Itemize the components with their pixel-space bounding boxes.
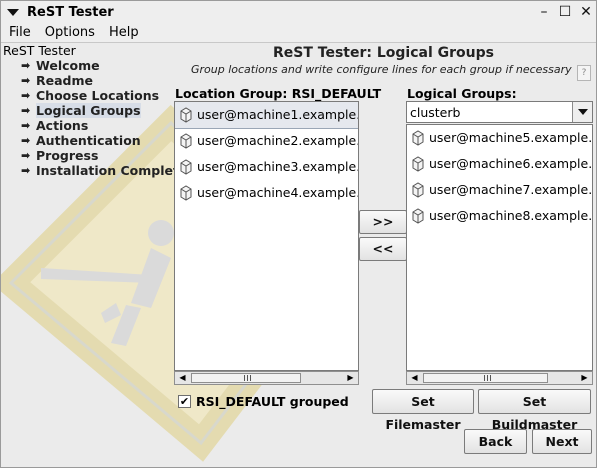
window-menu-icon[interactable] xyxy=(7,8,19,16)
step-navigation: ReST Tester ➡ Welcome ➡ Readme ➡ Choose Loc… xyxy=(3,43,187,178)
logical-groups-label: Logical Groups: xyxy=(407,86,517,101)
check-mark-icon[interactable]: ✔ xyxy=(178,395,191,408)
machine-icon xyxy=(180,133,192,149)
machine-icon xyxy=(180,185,192,201)
menu-options[interactable]: Options xyxy=(45,25,95,40)
window-title: ReST Tester xyxy=(27,4,114,20)
move-right-button[interactable]: >> xyxy=(359,210,407,234)
scroll-left-icon[interactable]: ◀ xyxy=(408,372,421,384)
arrow-icon: ➡ xyxy=(21,164,31,177)
main-content: ReST Tester ➡ Welcome ➡ Readme ➡ Choose Loc… xyxy=(1,43,596,467)
nav-item-readme[interactable]: ➡ Readme xyxy=(3,73,187,88)
left-list-hscrollbar[interactable]: ◀ ▶ xyxy=(174,371,359,385)
next-button[interactable]: Next xyxy=(532,429,592,454)
minimize-icon[interactable]: – xyxy=(535,3,553,21)
logical-group-select[interactable]: clusterb xyxy=(406,101,593,123)
scroll-right-icon[interactable]: ▶ xyxy=(344,372,357,384)
arrow-icon: ➡ xyxy=(21,149,31,162)
move-left-button[interactable]: << xyxy=(359,237,407,261)
nav-item-welcome[interactable]: ➡ Welcome xyxy=(3,58,187,73)
scroll-right-icon[interactable]: ▶ xyxy=(578,372,591,384)
list-item[interactable]: user@machine5.example.c xyxy=(407,125,592,151)
machine-icon xyxy=(180,159,192,175)
arrow-icon: ➡ xyxy=(21,134,31,147)
list-item[interactable]: user@machine7.example.c xyxy=(407,177,592,203)
arrow-icon: ➡ xyxy=(21,119,31,132)
list-item[interactable]: user@machine8.example.c xyxy=(407,203,592,229)
arrow-icon: ➡ xyxy=(21,104,31,117)
grouped-checkbox-label: RSI_DEFAULT grouped xyxy=(196,394,349,409)
scroll-left-icon[interactable]: ◀ xyxy=(176,372,189,384)
maximize-icon[interactable]: ☐ xyxy=(556,3,574,21)
arrow-icon: ➡ xyxy=(21,74,31,87)
back-button[interactable]: Back xyxy=(464,429,527,454)
page-subtitle: Group locations and write configure line… xyxy=(191,63,572,76)
set-buildmaster-button[interactable]: Set Buildmaster xyxy=(478,389,591,432)
machine-icon xyxy=(412,130,424,146)
nav-item-progress[interactable]: ➡ Progress xyxy=(3,148,187,163)
nav-item-logical-groups[interactable]: ➡ Logical Groups xyxy=(3,103,187,118)
list-item[interactable]: user@machine4.example.c xyxy=(175,180,358,206)
right-list-hscrollbar[interactable]: ◀ ▶ xyxy=(406,371,593,385)
machine-icon xyxy=(412,156,424,172)
grouped-checkbox[interactable]: ✔ RSI_DEFAULT grouped xyxy=(178,394,349,409)
list-item[interactable]: user@machine6.example.c xyxy=(407,151,592,177)
set-filemaster-button[interactable]: Set Filemaster xyxy=(372,389,474,432)
nav-item-choose-locations[interactable]: ➡ Choose Locations xyxy=(3,88,187,103)
arrow-icon: ➡ xyxy=(21,89,31,102)
scroll-thumb[interactable] xyxy=(191,373,301,383)
machine-icon xyxy=(180,107,192,123)
list-item[interactable]: user@machine1.example.c xyxy=(175,102,358,129)
chevron-down-icon[interactable] xyxy=(572,102,592,122)
title-bar: ReST Tester – ☐ ✕ xyxy=(1,1,596,23)
close-icon[interactable]: ✕ xyxy=(577,3,595,21)
nav-item-actions[interactable]: ➡ Actions xyxy=(3,118,187,133)
menu-help[interactable]: Help xyxy=(109,25,139,40)
machine-icon xyxy=(412,182,424,198)
logical-group-list[interactable]: user@machine5.example.c user@machine6.ex… xyxy=(406,124,593,371)
nav-item-installation-complete[interactable]: ➡ Installation Complete xyxy=(3,163,187,178)
page-title: ReST Tester: Logical Groups xyxy=(273,45,494,61)
logical-group-value: clusterb xyxy=(410,105,461,120)
scroll-thumb[interactable] xyxy=(423,373,548,383)
location-group-list[interactable]: user@machine1.example.c user@machine2.ex… xyxy=(174,101,359,371)
menu-file[interactable]: File xyxy=(9,25,31,40)
location-group-label: Location Group: RSI_DEFAULT xyxy=(175,86,382,101)
list-item[interactable]: user@machine2.example.c xyxy=(175,128,358,154)
help-button[interactable]: ? xyxy=(577,65,591,81)
arrow-icon: ➡ xyxy=(21,59,31,72)
nav-item-authentication[interactable]: ➡ Authentication xyxy=(3,133,187,148)
machine-icon xyxy=(412,208,424,224)
app-window: ReST Tester – ☐ ✕ File Options Help ReST… xyxy=(0,0,597,468)
menu-bar: File Options Help xyxy=(1,23,596,43)
nav-root: ReST Tester xyxy=(3,43,76,58)
list-item[interactable]: user@machine3.example.c xyxy=(175,154,358,180)
